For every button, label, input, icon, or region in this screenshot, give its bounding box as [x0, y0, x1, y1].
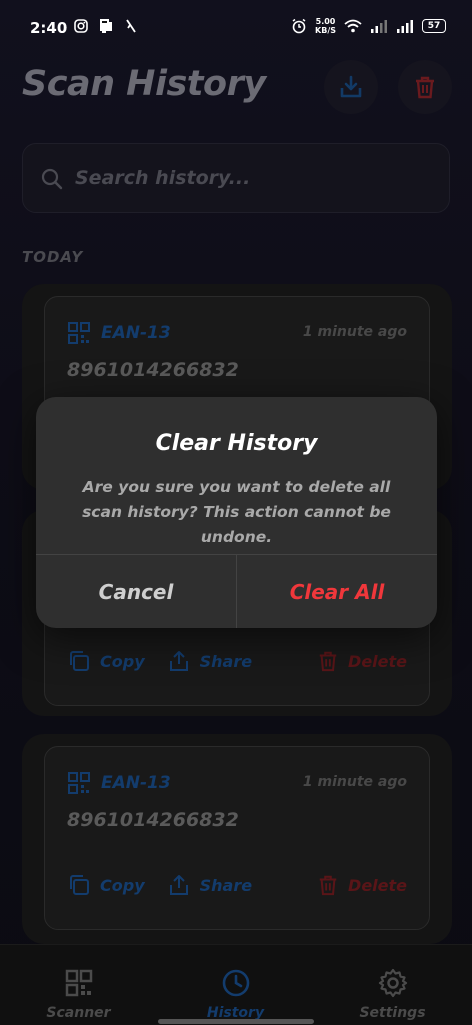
clear-history-dialog: Clear History Are you sure you want to d… [36, 397, 437, 628]
clear-all-button[interactable]: Clear All [237, 555, 437, 628]
cancel-button[interactable]: Cancel [36, 555, 236, 628]
dialog-message: Are you sure you want to delete all scan… [82, 478, 391, 546]
dialog-title: Clear History [155, 431, 318, 456]
